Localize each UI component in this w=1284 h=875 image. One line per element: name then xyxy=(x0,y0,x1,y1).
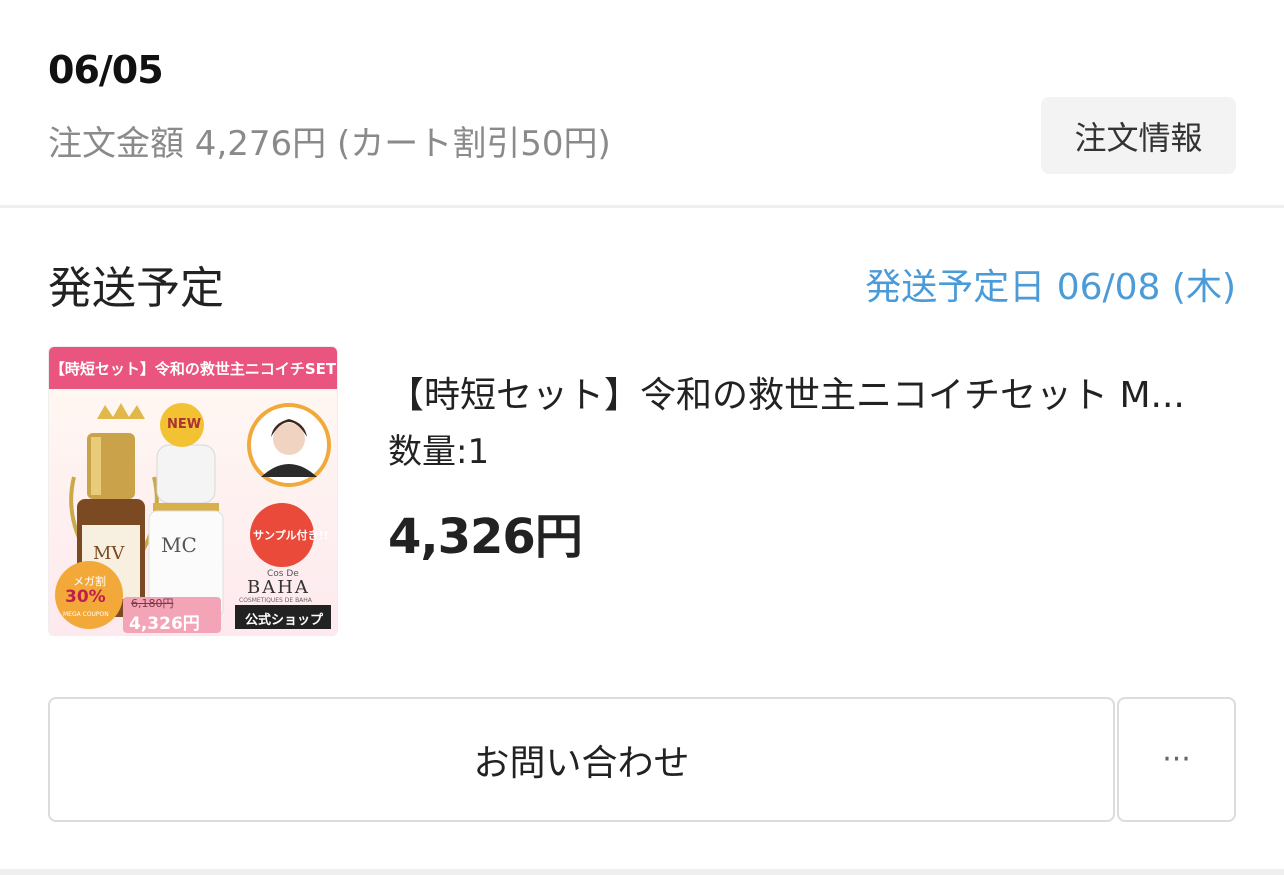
thumbnail-brand-sub: COSMETIQUES DE BAHA xyxy=(239,597,312,604)
thumbnail-shop-label: 公式ショップ xyxy=(245,613,324,628)
product-price: 4,326円 xyxy=(388,509,583,565)
order-header: 06/05 注文金額 4,276円 (カート割引50円) 注文情報 xyxy=(0,0,1284,206)
section-divider xyxy=(0,205,1284,208)
shipping-scheduled-date: 発送予定日 06/08 (木) xyxy=(865,267,1236,308)
order-amount: 注文金額 4,276円 (カート割引50円) xyxy=(48,124,611,164)
thumbnail-sale-price: 4,326円 xyxy=(129,614,200,634)
thumbnail-new-badge: NEW xyxy=(167,417,202,432)
thumbnail-bottle-right-label: MC xyxy=(161,533,197,557)
product-quantity: 数量:1 xyxy=(388,432,490,472)
thumbnail-coupon-sub: MEGA COUPON xyxy=(63,611,109,618)
inquiry-button[interactable]: お問い合わせ xyxy=(48,697,1115,822)
order-date: 06/05 xyxy=(48,48,164,92)
product-thumbnail[interactable]: 【時短セット】令和の救世主ニコイチSET NEW MV MC サンプル付き!! … xyxy=(48,346,338,636)
thumbnail-bottle-left-label: MV xyxy=(93,543,125,564)
shipping-title: 発送予定 xyxy=(48,263,224,314)
section-divider-bottom xyxy=(0,869,1284,875)
thumbnail-coupon-percent: 30% xyxy=(65,587,106,607)
thumbnail-brand: BAHA xyxy=(247,577,310,598)
product-title[interactable]: 【時短セット】令和の救世主ニコイチセット M... xyxy=(388,366,1228,418)
more-options-button[interactable]: ··· xyxy=(1117,697,1236,822)
thumbnail-sample-badge: サンプル付き!! xyxy=(253,529,329,542)
order-info-button[interactable]: 注文情報 xyxy=(1041,97,1236,174)
